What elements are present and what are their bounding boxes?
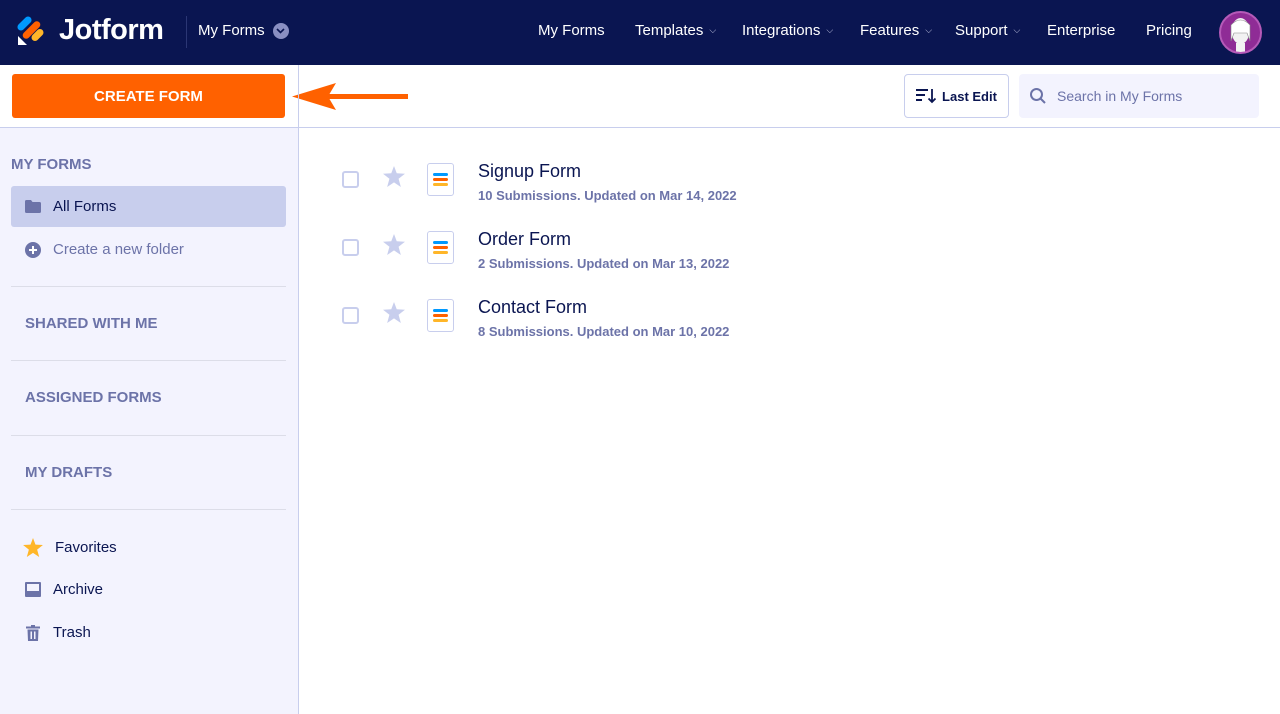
favorite-star-icon[interactable]: [383, 234, 405, 255]
nav-features[interactable]: Features ⌵: [860, 22, 932, 39]
select-checkbox[interactable]: [342, 239, 359, 256]
sidebar-item-assigned-forms[interactable]: ASSIGNED FORMS: [25, 389, 162, 406]
form-icon: [427, 299, 454, 332]
sidebar-divider-line: [11, 509, 286, 510]
search-icon: [1030, 88, 1046, 104]
nav-label: Integrations: [742, 22, 821, 39]
form-list-item[interactable]: Order Form 2 Submissions. Updated on Mar…: [330, 229, 1230, 289]
sidebar-divider-line: [11, 360, 286, 361]
favorite-star-icon[interactable]: [383, 302, 405, 323]
nav-enterprise[interactable]: Enterprise: [1047, 22, 1115, 39]
nav-label: Templates: [635, 22, 704, 39]
archive-icon: [25, 582, 41, 597]
favorite-star-icon[interactable]: [383, 166, 405, 187]
my-forms-heading: MY FORMS: [11, 156, 92, 173]
form-meta: 8 Submissions. Updated on Mar 10, 2022: [478, 324, 730, 339]
sidebar-item-trash[interactable]: Trash: [11, 612, 286, 653]
trash-icon: [26, 624, 40, 641]
create-form-button[interactable]: CREATE FORM: [12, 74, 285, 118]
top-navbar: Jotform My Forms My Forms Templates ⌵ Int…: [0, 0, 1280, 65]
nav-label: Features: [860, 22, 920, 39]
sidebar-divider: [298, 65, 299, 714]
nav-pricing[interactable]: Pricing: [1146, 22, 1192, 39]
create-folder-button[interactable]: Create a new folder: [11, 229, 286, 270]
all-forms-label: All Forms: [53, 198, 117, 215]
nav-support[interactable]: Support ⌵: [955, 22, 1020, 39]
form-meta: 2 Submissions. Updated on Mar 13, 2022: [478, 256, 730, 271]
sidebar-divider-line: [11, 286, 286, 287]
form-icon: [427, 163, 454, 196]
form-name[interactable]: Contact Form: [478, 297, 587, 318]
select-checkbox[interactable]: [342, 171, 359, 188]
favorites-label: Favorites: [55, 539, 117, 556]
form-name[interactable]: Order Form: [478, 229, 571, 250]
chevron-down-icon: ⌵: [1013, 25, 1021, 35]
star-icon: [23, 538, 43, 557]
main-nav: My Forms Templates ⌵ Integrations ⌵ Featur…: [0, 22, 1280, 42]
sort-label: Last Edit: [942, 88, 997, 104]
sort-icon: [916, 89, 937, 104]
nav-integrations[interactable]: Integrations ⌵: [742, 22, 833, 39]
folder-icon: [25, 200, 41, 213]
nav-templates[interactable]: Templates ⌵: [635, 22, 716, 39]
sidebar-item-shared-with-me[interactable]: SHARED WITH ME: [25, 315, 158, 332]
avatar-image: [1230, 18, 1251, 52]
search-box[interactable]: [1019, 74, 1259, 118]
user-avatar[interactable]: [1219, 11, 1262, 54]
form-meta: 10 Submissions. Updated on Mar 14, 2022: [478, 188, 737, 203]
sort-button[interactable]: Last Edit: [904, 74, 1009, 118]
chevron-down-icon: ⌵: [925, 25, 933, 35]
sidebar-item-all-forms[interactable]: All Forms: [11, 186, 286, 227]
trash-label: Trash: [53, 624, 91, 641]
form-list-item[interactable]: Contact Form 8 Submissions. Updated on M…: [330, 297, 1230, 357]
form-list-item[interactable]: Signup Form 10 Submissions. Updated on M…: [330, 161, 1230, 221]
sidebar-item-favorites[interactable]: Favorites: [11, 527, 286, 568]
sidebar-item-archive[interactable]: Archive: [11, 569, 286, 610]
nav-my-forms[interactable]: My Forms: [538, 22, 605, 39]
nav-label: Support: [955, 22, 1008, 39]
select-checkbox[interactable]: [342, 307, 359, 324]
chevron-down-icon: ⌵: [709, 25, 717, 35]
form-icon: [427, 231, 454, 264]
plus-circle-icon: [25, 241, 41, 258]
nav-label: Enterprise: [1047, 22, 1116, 39]
sidebar-divider-line: [11, 435, 286, 436]
create-folder-label: Create a new folder: [53, 241, 184, 258]
nav-label: My Forms: [538, 22, 605, 39]
chevron-down-icon: ⌵: [826, 25, 834, 35]
arrow-pointer-icon: [292, 83, 408, 110]
form-name[interactable]: Signup Form: [478, 161, 581, 182]
nav-label: Pricing: [1146, 22, 1192, 39]
search-input[interactable]: [1057, 88, 1247, 104]
sidebar-item-my-drafts[interactable]: MY DRAFTS: [25, 464, 112, 481]
archive-label: Archive: [53, 581, 104, 598]
